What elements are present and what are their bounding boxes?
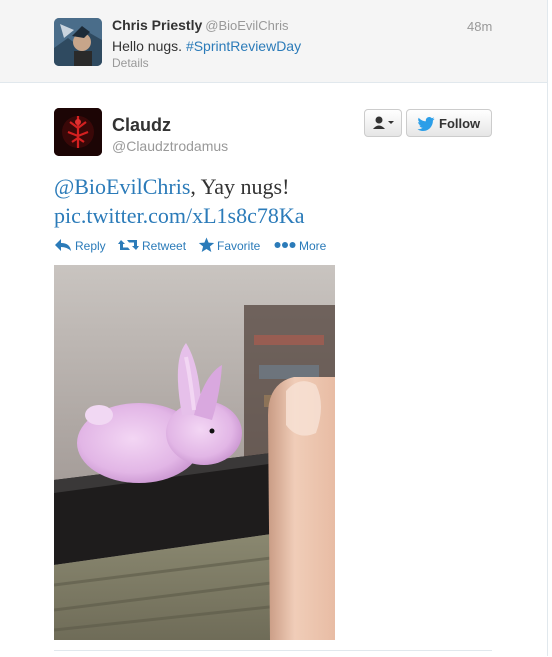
more-dots-icon — [274, 242, 296, 248]
author-handle[interactable]: @Claudztrodamus — [112, 138, 228, 154]
parent-timestamp[interactable]: 48m — [467, 19, 492, 34]
claudz-avatar[interactable] — [54, 108, 102, 156]
user-actions-button[interactable] — [364, 109, 402, 137]
favorite-star-icon — [198, 237, 215, 252]
retweet-label: Retweet — [142, 239, 187, 253]
parent-tweet[interactable]: Chris Priestly @BioEvilChris 48m Hello nu… — [0, 0, 547, 83]
author-name[interactable]: Claudz — [112, 115, 171, 136]
mention-link[interactable]: @BioEvilChris — [54, 174, 190, 199]
tweet-panel: Chris Priestly @BioEvilChris 48m Hello nu… — [0, 0, 548, 656]
favorite-label: Favorite — [217, 239, 261, 253]
reply-icon — [55, 239, 71, 251]
parent-tweet-text: Hello nugs. #SprintReviewDay — [112, 38, 301, 54]
tweet-body: , Yay nugs! — [190, 174, 290, 199]
tweet-photo[interactable] — [54, 265, 335, 640]
parent-author[interactable]: Chris Priestly @BioEvilChris — [112, 17, 289, 33]
tweet-text: @BioEvilChris, Yay nugs! pic.twitter.com… — [54, 172, 494, 230]
twitter-bird-icon — [417, 117, 435, 131]
reply-label: Reply — [75, 239, 106, 253]
follow-label: Follow — [439, 116, 481, 131]
follow-button[interactable]: Follow — [406, 109, 492, 137]
details-link[interactable]: Details — [112, 56, 149, 70]
hashtag-link[interactable]: #SprintReviewDay — [186, 38, 301, 54]
user-dropdown-icon — [373, 116, 394, 129]
chris-avatar[interactable] — [54, 18, 102, 66]
retweet-icon — [118, 240, 139, 250]
media-link[interactable]: pic.twitter.com/xL1s8c78Ka — [54, 203, 305, 228]
more-label: More — [299, 239, 327, 253]
parent-text-body: Hello nugs. — [112, 38, 186, 54]
parent-author-name[interactable]: Chris Priestly — [112, 17, 202, 33]
parent-author-handle[interactable]: @BioEvilChris — [205, 18, 288, 33]
